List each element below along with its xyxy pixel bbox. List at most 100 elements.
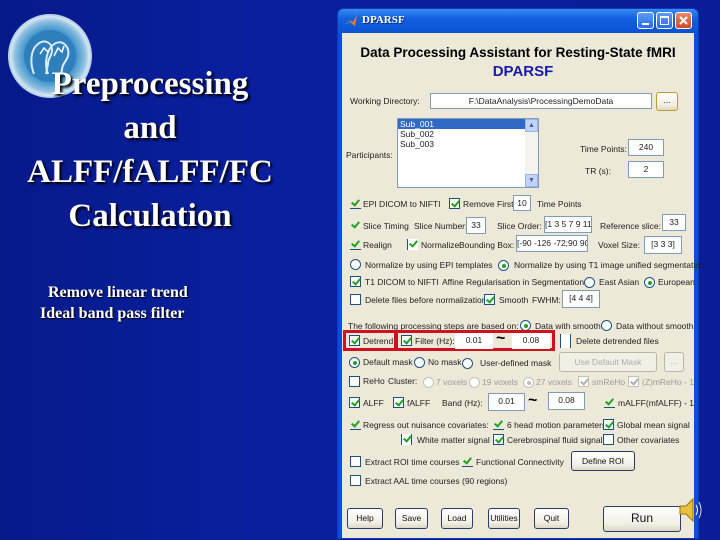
fwhm-label: FWHM: [532, 295, 561, 305]
remove-first-input[interactable]: 10 [513, 195, 531, 211]
normalize-label: Normalize [421, 240, 460, 250]
filter-high-input[interactable]: 0.08 [512, 333, 550, 349]
load-button[interactable]: Load [441, 508, 473, 529]
detrend-label: Detrend [363, 336, 394, 346]
slice-number-input[interactable]: 33 [466, 217, 486, 234]
no-mask-label: No mask [428, 357, 462, 367]
slice-order-input[interactable]: [1 3 5 7 9 11 [544, 216, 592, 233]
band-low-input[interactable]: 0.01 [488, 393, 525, 411]
epi-dicom-checkbox[interactable] [350, 198, 361, 209]
white-matter-checkbox[interactable] [401, 434, 412, 445]
slice-timing-label: Slice Timing [363, 221, 409, 231]
user-defined-mask-label: User-defined mask [480, 358, 552, 368]
working-directory-input[interactable]: F:\DataAnalysis\ProcessingDemoData [430, 93, 652, 109]
title-bar[interactable]: DPARSF [338, 9, 698, 33]
maximize-button[interactable] [656, 12, 673, 29]
normalize-t1-radio[interactable] [498, 260, 509, 271]
slide-title-line: and [123, 110, 177, 146]
band-high-input[interactable]: 0.08 [548, 392, 585, 410]
cluster-label: Cluster: [388, 376, 418, 386]
other-covariates-label: Other covariates [617, 435, 680, 445]
window-client-area: Data Processing Assistant for Resting-St… [342, 33, 705, 538]
minimize-button[interactable] [637, 12, 654, 29]
reho-checkbox[interactable] [349, 376, 360, 387]
regress-covariates-label: Regress out nuisance covariates: [363, 420, 489, 430]
participant-item[interactable]: Sub_003 [398, 139, 538, 149]
extract-aal-checkbox[interactable] [350, 475, 361, 486]
define-roi-button[interactable]: Define ROI [571, 451, 635, 471]
smreho-checkbox[interactable] [578, 376, 589, 387]
realign-checkbox[interactable] [350, 239, 361, 250]
participants-list[interactable]: Sub_001 Sub_002 Sub_003 ▲ ▼ [397, 118, 539, 188]
bullet-item: Ideal band pass filter [40, 305, 185, 322]
head-motion-checkbox[interactable] [493, 419, 504, 430]
extract-roi-checkbox[interactable] [350, 456, 361, 467]
default-mask-radio[interactable] [349, 357, 360, 368]
t1-dicom-label: T1 DICOM to NIFTI [365, 277, 439, 287]
scroll-down-icon[interactable]: ▼ [525, 174, 538, 187]
remove-first-label: Remove First [463, 199, 514, 209]
data-without-smooth-label: Data without smooth [616, 321, 694, 331]
east-asian-radio[interactable] [584, 277, 595, 288]
cluster-7-radio[interactable] [423, 377, 434, 388]
normalize-epi-radio[interactable] [350, 259, 361, 270]
participants-scrollbar[interactable]: ▲ ▼ [525, 119, 538, 187]
voxel-size-input[interactable]: [3 3 3] [644, 236, 682, 254]
reference-slice-input[interactable]: 33 [662, 214, 686, 231]
alff-checkbox[interactable] [349, 397, 360, 408]
participant-item[interactable]: Sub_002 [398, 129, 538, 139]
participant-item[interactable]: Sub_001 [398, 119, 538, 129]
other-covariates-checkbox[interactable] [603, 434, 614, 445]
use-default-mask-button[interactable]: Use Default Mask [559, 352, 657, 372]
east-asian-label: East Asian [599, 277, 640, 287]
malff-label: mALFF(mfALFF) - 1 [618, 398, 695, 408]
affine-regularisation-label: Affine Regularisation in Segmentation: [442, 277, 587, 287]
global-mean-checkbox[interactable] [603, 419, 614, 430]
malff-checkbox[interactable] [604, 397, 615, 408]
normalize-checkbox[interactable] [407, 239, 418, 250]
cluster-19-radio[interactable] [469, 377, 480, 388]
slice-timing-checkbox[interactable] [350, 220, 361, 231]
utilities-button[interactable]: Utilities [488, 508, 520, 529]
scroll-up-icon[interactable]: ▲ [525, 119, 538, 132]
data-without-smooth-radio[interactable] [601, 320, 612, 331]
csf-checkbox[interactable] [493, 434, 504, 445]
fwhm-input[interactable]: [4 4 4] [562, 290, 600, 308]
delete-files-checkbox[interactable] [350, 294, 361, 305]
browse-directory-button[interactable]: ... [656, 92, 678, 111]
quit-button[interactable]: Quit [534, 508, 569, 529]
epi-dicom-label: EPI DICOM to NIFTI [363, 199, 441, 209]
functional-connectivity-label: Functional Connectivity [476, 457, 564, 467]
tr-input[interactable]: 2 [628, 161, 664, 178]
functional-connectivity-checkbox[interactable] [462, 456, 473, 467]
delete-detrended-checkbox[interactable] [560, 334, 571, 348]
working-directory-label: Working Directory: [350, 96, 420, 106]
minimize-icon [642, 23, 649, 25]
regress-covariates-checkbox[interactable] [350, 419, 361, 430]
no-mask-radio[interactable] [414, 357, 425, 368]
filter-low-input[interactable]: 0.01 [455, 333, 493, 349]
participants-label: Participants: [346, 150, 393, 160]
smooth-label: Smooth [499, 295, 529, 305]
close-button[interactable] [675, 12, 692, 29]
filter-checkbox[interactable] [401, 335, 412, 346]
time-points-input[interactable]: 240 [628, 139, 664, 156]
white-matter-label: White matter signal [417, 435, 490, 445]
mask-browse-button[interactable]: ... [664, 352, 684, 372]
european-radio[interactable] [644, 277, 655, 288]
detrend-checkbox[interactable] [349, 335, 360, 346]
user-defined-mask-radio[interactable] [462, 358, 473, 369]
m-reho-checkbox[interactable] [628, 376, 639, 387]
save-button[interactable]: Save [395, 508, 428, 529]
help-button[interactable]: Help [347, 508, 383, 529]
run-button[interactable]: Run [603, 506, 681, 532]
dparsf-window: DPARSF Data Processing Assistant for Res… [337, 8, 705, 539]
speaker-icon[interactable] [678, 496, 704, 524]
bounding-box-input[interactable]: [-90 -126 -72;90 90 [516, 235, 588, 252]
smooth-checkbox[interactable] [484, 294, 495, 305]
falff-checkbox[interactable] [393, 397, 404, 408]
t1-dicom-checkbox[interactable] [350, 276, 361, 287]
cluster-27-radio[interactable] [523, 377, 534, 388]
reference-slice-label: Reference slice: [600, 221, 661, 231]
remove-first-checkbox[interactable] [449, 198, 460, 209]
